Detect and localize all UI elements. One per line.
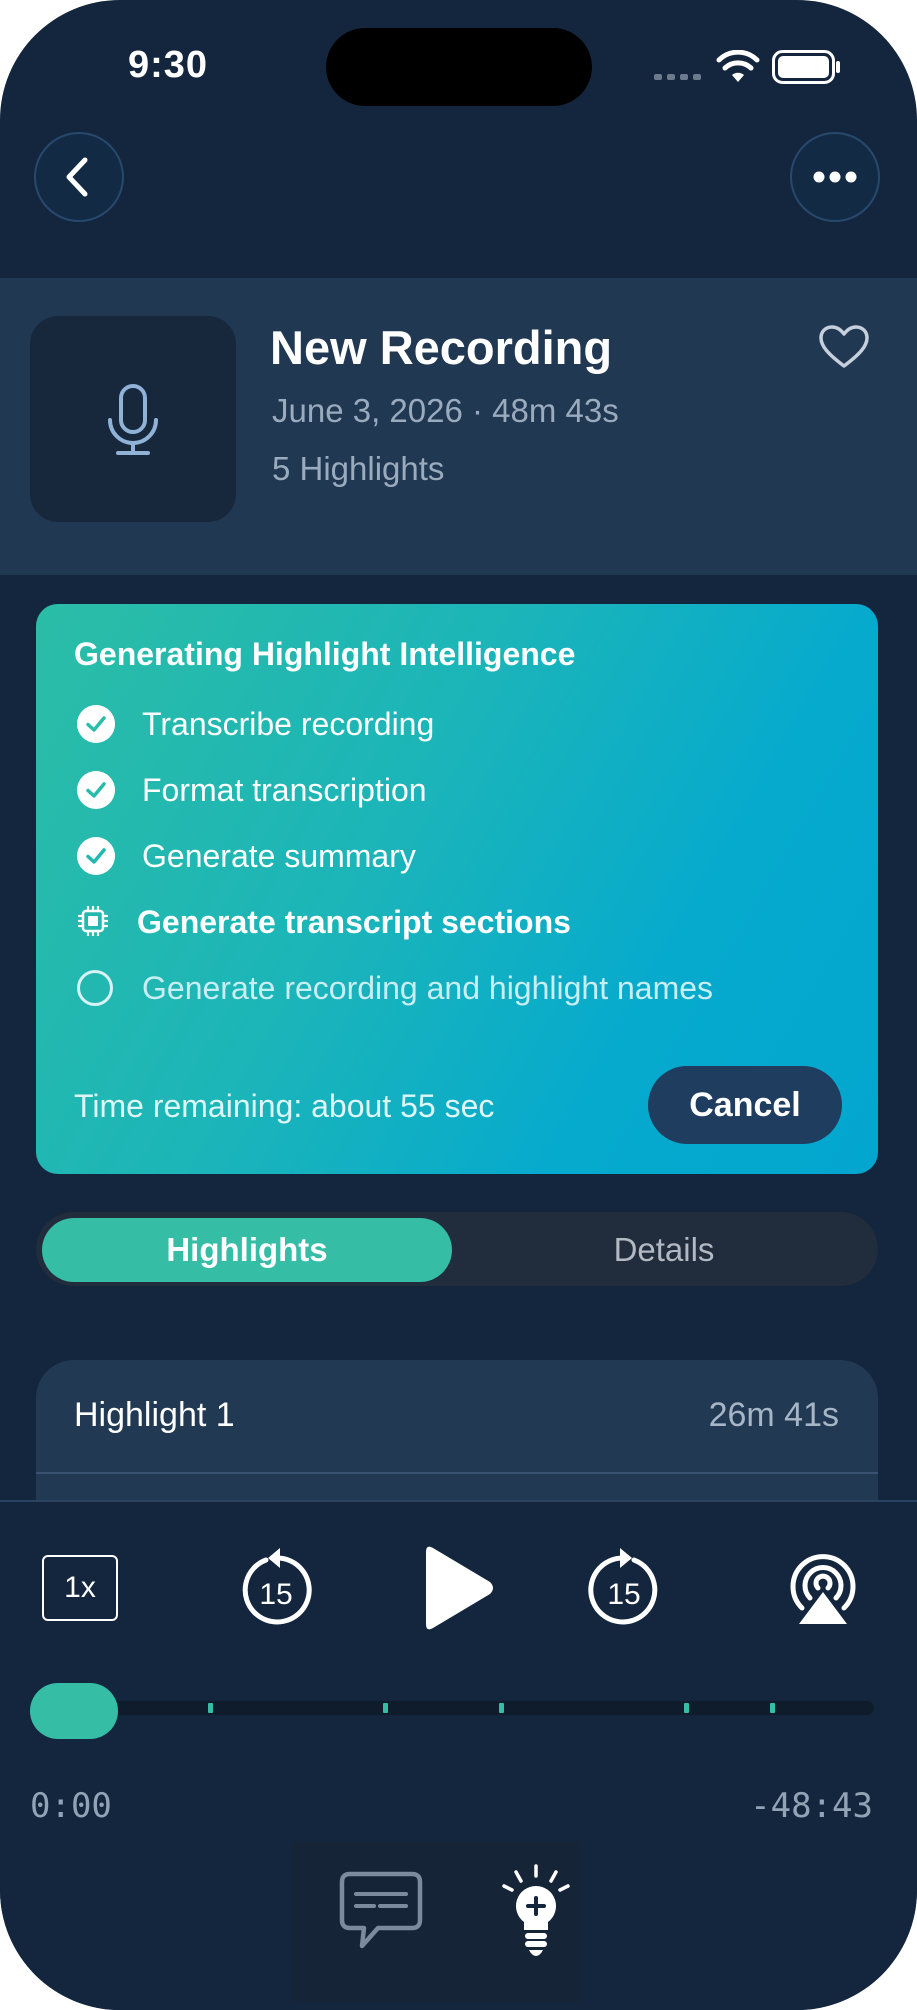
skip-forward-15-button[interactable]: 15 [584, 1544, 664, 1634]
pending-circle-icon [77, 970, 113, 1006]
current-time: 0:00 [30, 1786, 112, 1826]
cellular-signal-icon [654, 74, 701, 80]
add-highlight-lightbulb-icon[interactable] [500, 1862, 572, 1962]
ellipsis-icon [813, 171, 857, 183]
highlight-duration: 26m 41s [708, 1396, 839, 1434]
chevron-left-icon [66, 157, 88, 197]
highlight-title: Highlight 1 [74, 1396, 235, 1434]
progress-thumb[interactable] [30, 1683, 118, 1739]
step-generate-transcript-sections: Generate transcript sections [137, 904, 571, 940]
dynamic-island [326, 28, 592, 106]
intelligence-title: Generating Highlight Intelligence [74, 636, 576, 672]
highlight-marker [499, 1703, 504, 1713]
recording-highlights-count: 5 Highlights [272, 450, 445, 487]
checkmark-circle-icon [77, 705, 115, 743]
airplay-audio-icon[interactable] [780, 1546, 866, 1630]
playback-speed-button[interactable]: 1x [42, 1555, 118, 1621]
wifi-icon [716, 50, 760, 82]
status-time: 9:30 [128, 44, 209, 86]
back-button[interactable] [34, 132, 124, 222]
checkmark-circle-icon [77, 837, 115, 875]
step-generate-summary: Generate summary [142, 838, 416, 874]
transcript-chat-icon[interactable] [338, 1870, 424, 1954]
skip-back-15-button[interactable]: 15 [236, 1544, 316, 1634]
skip-back-seconds: 15 [259, 1578, 292, 1611]
tab-details[interactable]: Details [454, 1218, 874, 1282]
highlight-marker [208, 1703, 213, 1713]
processor-chip-icon [78, 906, 108, 936]
phone-screen: 9:30 New Recording June 3, 2026 · 48m 43… [0, 0, 917, 2010]
tab-highlights[interactable]: Highlights [42, 1218, 452, 1282]
highlight-marker [770, 1703, 775, 1713]
progress-track[interactable] [32, 1701, 874, 1715]
battery-icon [772, 50, 840, 84]
microphone-icon [108, 384, 158, 455]
recording-title[interactable]: New Recording [270, 320, 612, 375]
cancel-button[interactable]: Cancel [648, 1066, 842, 1144]
remaining-time: -48:43 [750, 1786, 873, 1826]
step-format-transcription: Format transcription [142, 772, 427, 808]
more-options-button[interactable] [790, 132, 880, 222]
step-generate-names: Generate recording and highlight names [142, 970, 714, 1006]
skip-forward-seconds: 15 [607, 1578, 640, 1611]
step-transcribe-recording: Transcribe recording [142, 706, 435, 742]
recording-date-duration: June 3, 2026 · 48m 43s [272, 392, 619, 429]
divider [36, 1472, 878, 1474]
favorite-heart-icon[interactable] [818, 324, 870, 370]
highlight-marker [684, 1703, 689, 1713]
time-remaining: Time remaining: about 55 sec [74, 1088, 495, 1124]
play-button[interactable] [414, 1540, 498, 1636]
highlight-marker [383, 1703, 388, 1713]
checkmark-circle-icon [77, 771, 115, 809]
recording-thumbnail [30, 316, 236, 522]
